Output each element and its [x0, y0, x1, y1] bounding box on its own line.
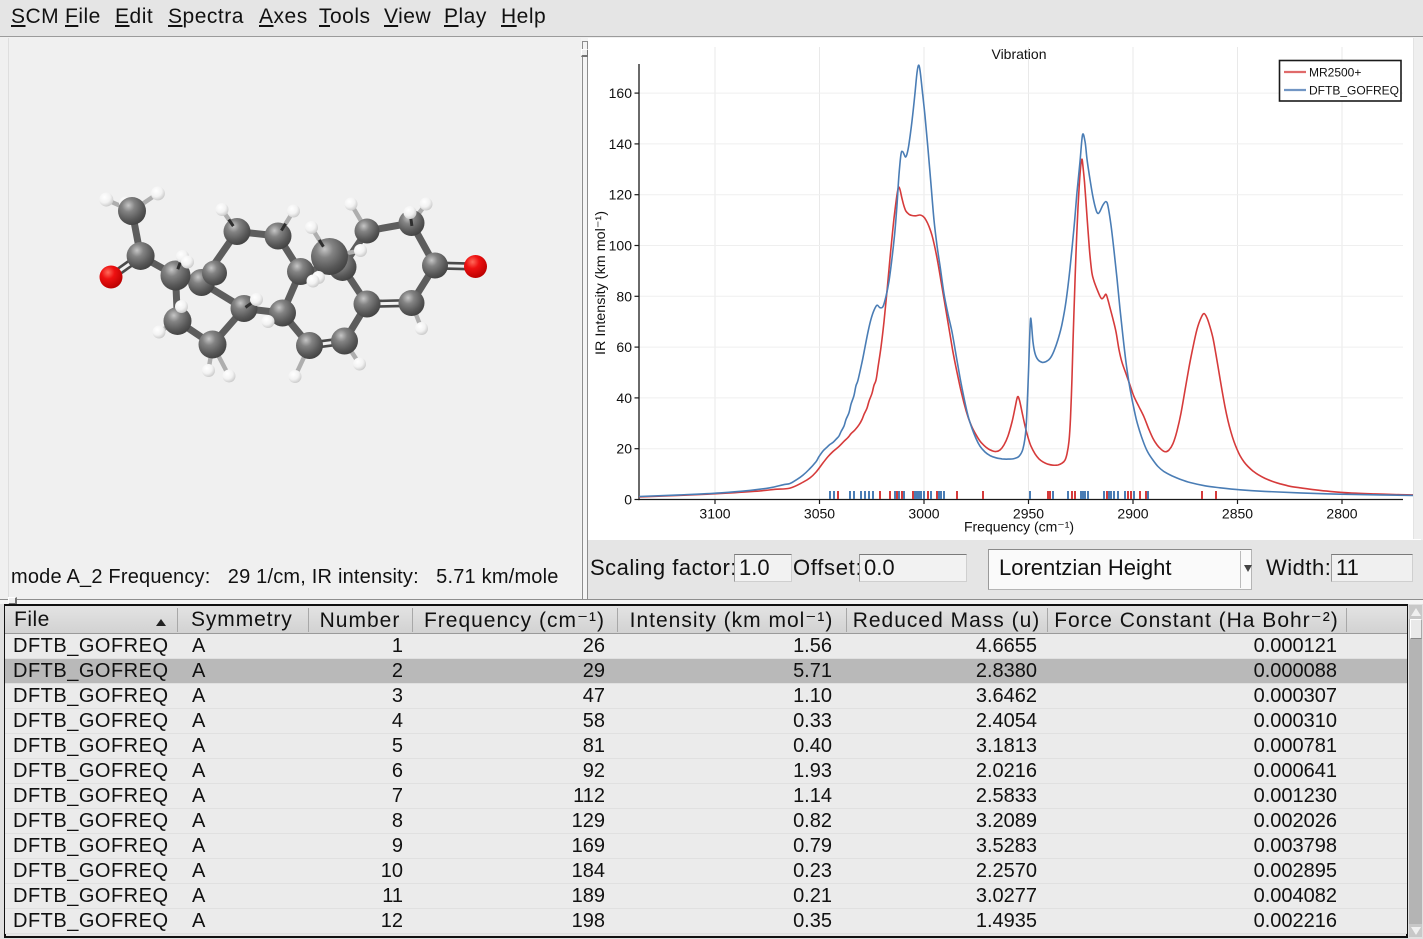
- svg-text:3000: 3000: [908, 506, 939, 522]
- svg-text:0: 0: [624, 492, 632, 508]
- svg-text:MR2500+: MR2500+: [1309, 66, 1361, 80]
- svg-text:2800: 2800: [1326, 506, 1357, 522]
- svg-text:2850: 2850: [1222, 506, 1253, 522]
- svg-text:80: 80: [616, 288, 632, 304]
- svg-text:IR Intensity (km mol⁻¹): IR Intensity (km mol⁻¹): [592, 211, 608, 355]
- svg-text:100: 100: [609, 238, 633, 254]
- svg-text:3100: 3100: [699, 506, 730, 522]
- svg-text:Vibration: Vibration: [991, 46, 1046, 62]
- svg-text:DFTB_GOFREQ: DFTB_GOFREQ: [1309, 84, 1399, 98]
- svg-text:120: 120: [609, 187, 633, 203]
- svg-text:160: 160: [609, 85, 633, 101]
- svg-text:3050: 3050: [804, 506, 835, 522]
- svg-text:140: 140: [609, 136, 633, 152]
- svg-text:Frequency (cm⁻¹): Frequency (cm⁻¹): [964, 519, 1074, 535]
- svg-text:40: 40: [616, 390, 632, 406]
- svg-text:20: 20: [616, 441, 632, 457]
- svg-text:60: 60: [616, 339, 632, 355]
- svg-text:2900: 2900: [1117, 506, 1148, 522]
